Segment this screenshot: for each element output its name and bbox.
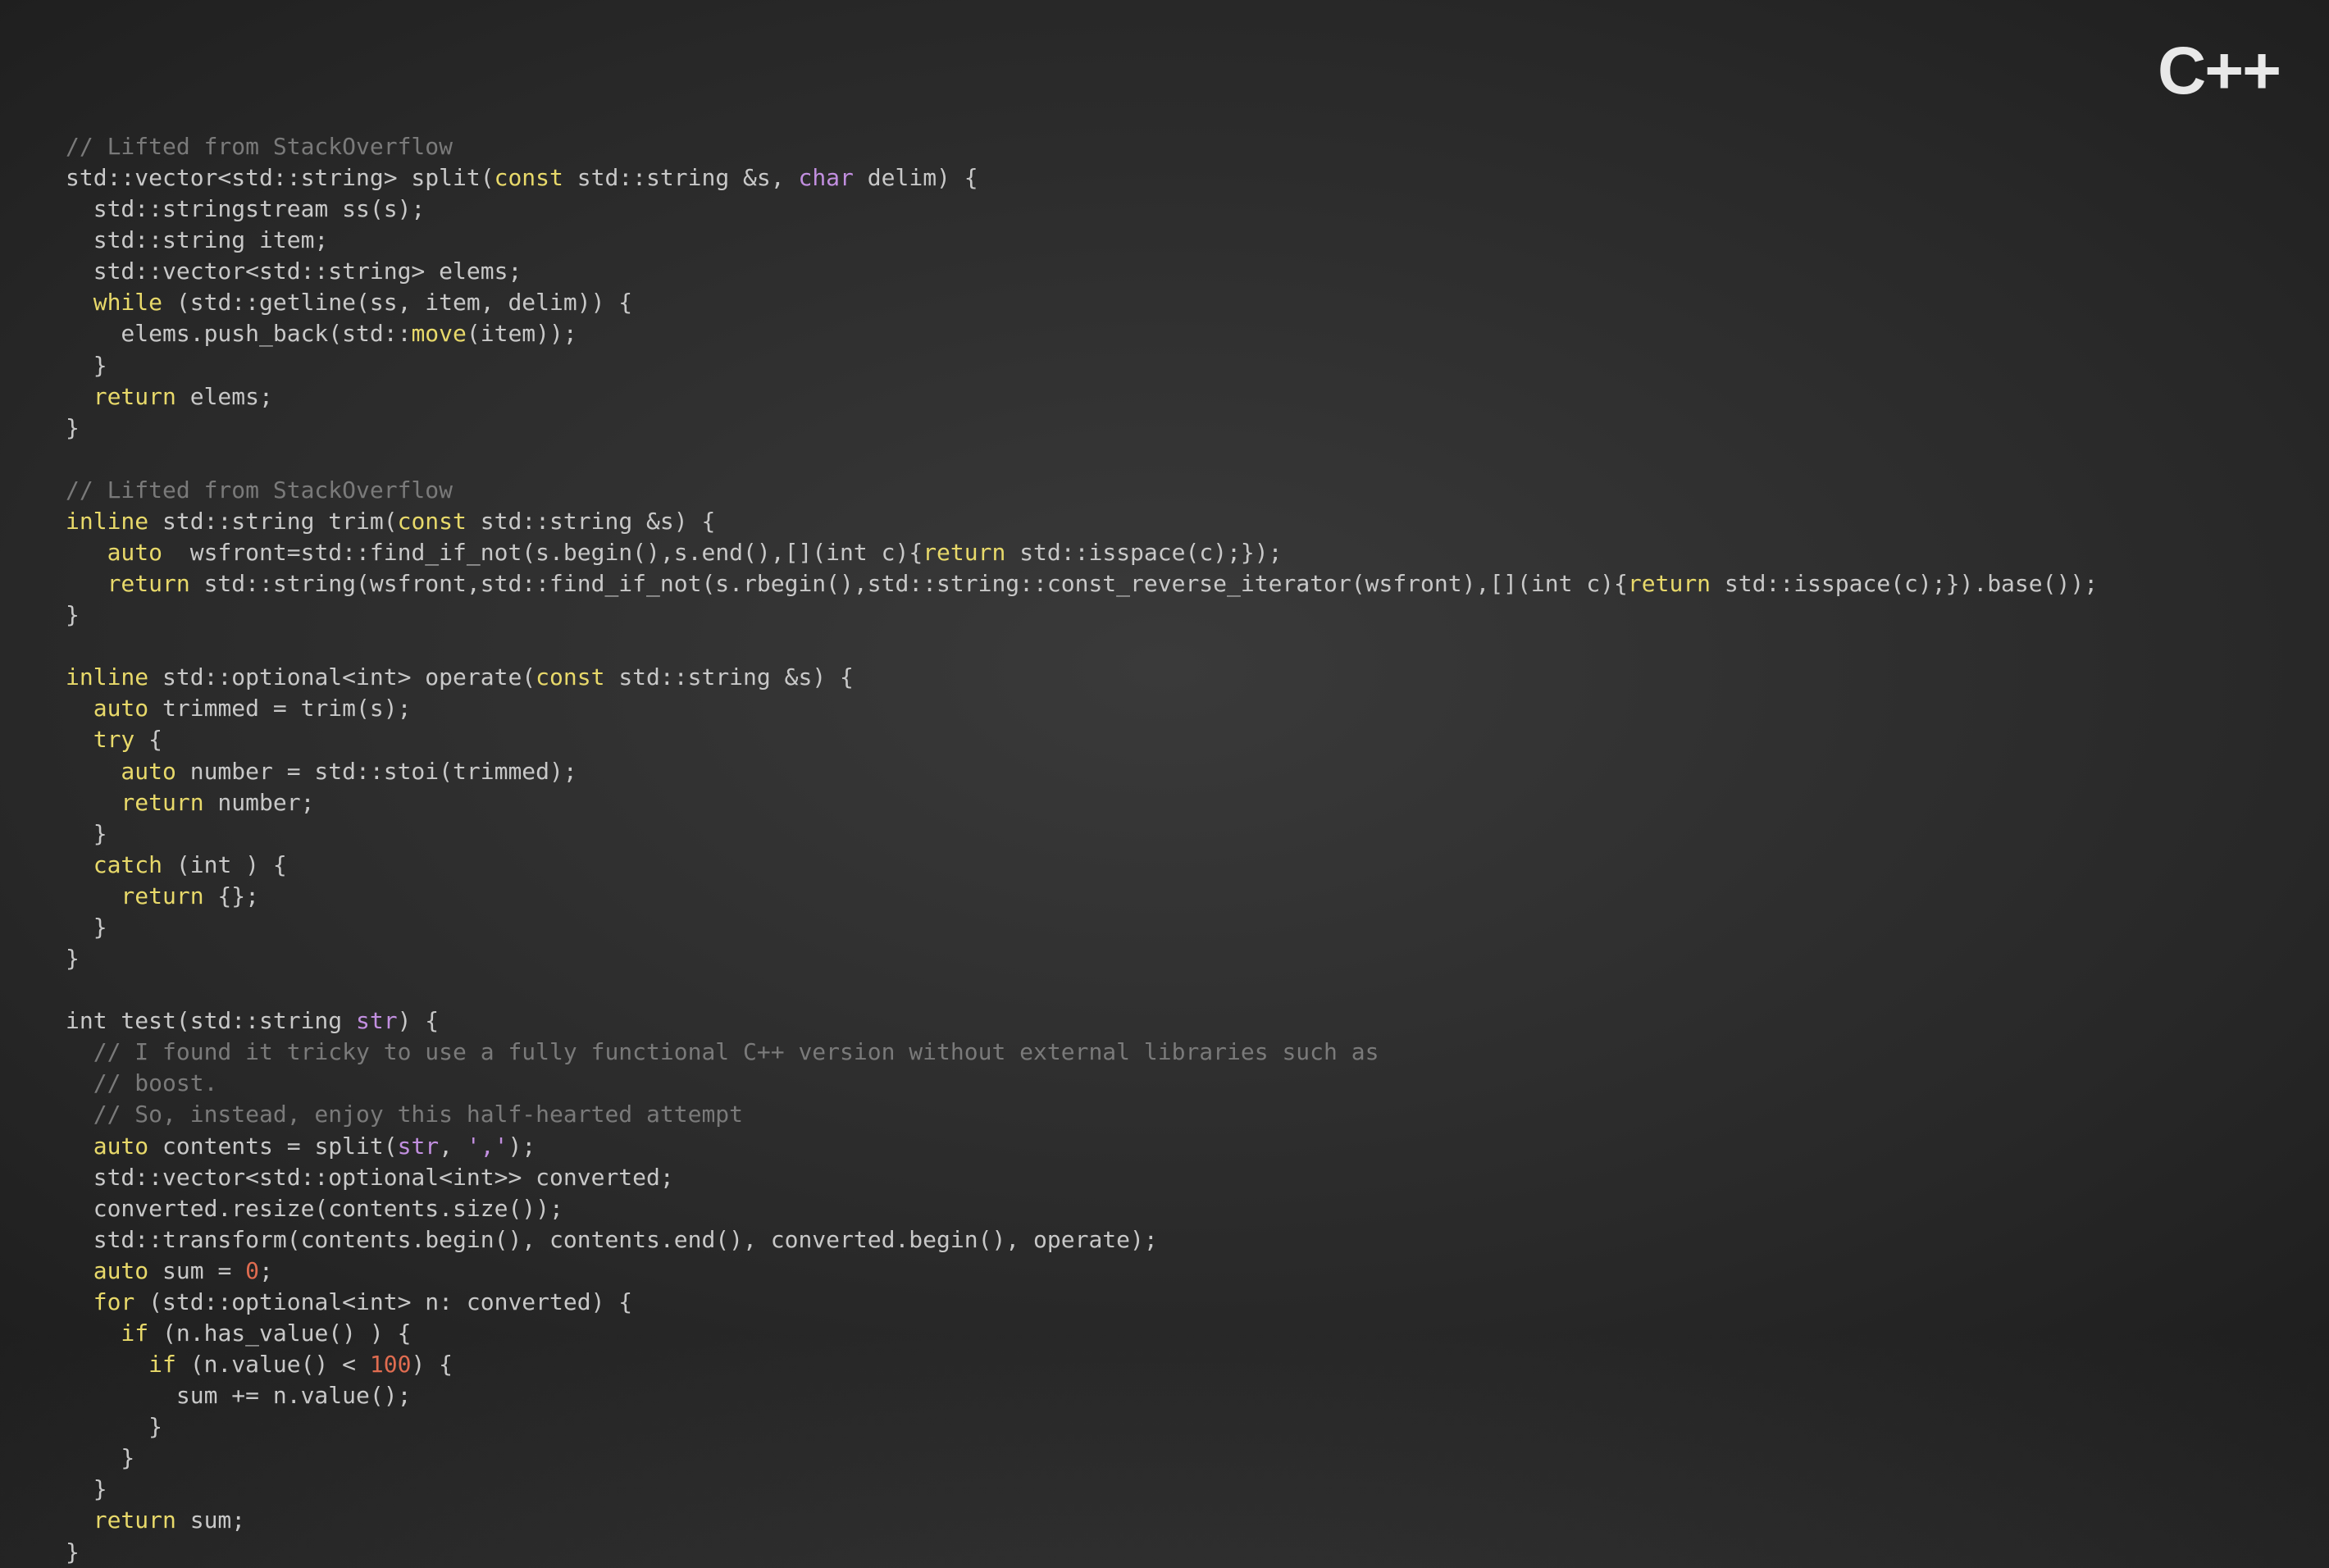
param-str: str <box>398 1133 440 1160</box>
code-line: std::string &s, <box>563 164 799 191</box>
code-line: ) { <box>398 1007 440 1034</box>
code-line: number = std::stoi(trimmed); <box>176 758 577 785</box>
keyword-const: const <box>495 164 563 191</box>
number-literal: 100 <box>370 1351 412 1378</box>
code-line: std::string &s) { <box>467 508 715 535</box>
code-line: std::optional<int> operate( <box>148 663 536 691</box>
code-line: (n.value() < <box>176 1351 370 1378</box>
code-line: {}; <box>204 882 259 909</box>
code-line: // So, instead, enjoy this half-hearted … <box>66 1101 743 1128</box>
code-line: number; <box>204 789 315 816</box>
keyword-return: return <box>66 1506 176 1534</box>
keyword-auto: auto <box>66 539 162 566</box>
keyword-inline: inline <box>66 508 148 535</box>
code-line: trimmed = trim(s); <box>148 695 411 722</box>
code-line: std::vector<std::string> split( <box>66 164 495 191</box>
keyword-inline: inline <box>66 663 148 691</box>
code-line: ); <box>508 1133 536 1160</box>
code-line: (std::getline(ss, item, delim)) { <box>162 289 632 316</box>
code-line: ) { <box>411 1351 453 1378</box>
code-line: // Lifted from StackOverflow <box>66 133 453 160</box>
keyword-const: const <box>536 663 604 691</box>
keyword-auto: auto <box>66 695 148 722</box>
keyword-return: return <box>923 539 1005 566</box>
code-line: sum += n.value(); <box>66 1382 411 1409</box>
char-literal: ',' <box>467 1133 508 1160</box>
param-str: str <box>356 1007 398 1034</box>
code-line: int test(std::string <box>66 1007 356 1034</box>
code-line: // Lifted from StackOverflow <box>66 476 453 504</box>
code-line: // boost. <box>66 1069 217 1096</box>
keyword-auto: auto <box>66 1133 148 1160</box>
code-line: ; <box>259 1257 273 1284</box>
code-line: delim) { <box>854 164 978 191</box>
code-line: converted.resize(contents.size()); <box>66 1195 563 1222</box>
code-line: std::string trim( <box>148 508 397 535</box>
code-line: } <box>66 945 80 972</box>
code-line: std::transform(contents.begin(), content… <box>66 1226 1158 1253</box>
code-line: (item)); <box>467 320 577 347</box>
code-line: contents = split( <box>148 1133 397 1160</box>
code-line: } <box>66 1444 134 1471</box>
code-line: sum = <box>148 1257 245 1284</box>
code-line: { <box>134 726 162 753</box>
code-line: std::string &s) { <box>604 663 853 691</box>
code-line: } <box>66 1475 107 1502</box>
code-line: std::isspace(c);}); <box>1005 539 1282 566</box>
keyword-return: return <box>66 882 204 909</box>
code-line: std::vector<std::string> elems; <box>66 258 522 285</box>
fn-move: move <box>411 320 466 347</box>
language-title: C++ <box>2158 33 2280 110</box>
code-line: std::isspace(c);}).base()); <box>1711 570 2098 597</box>
number-literal: 0 <box>245 1257 259 1284</box>
keyword-return: return <box>66 383 176 410</box>
code-line: } <box>66 352 107 379</box>
keyword-const: const <box>398 508 467 535</box>
code-line: } <box>66 414 80 441</box>
keyword-if: if <box>66 1320 148 1347</box>
code-line: (int ) { <box>162 851 287 878</box>
code-line: std::vector<std::optional<int>> converte… <box>66 1164 674 1191</box>
code-line: (std::optional<int> n: converted) { <box>134 1288 632 1315</box>
keyword-catch: catch <box>66 851 162 878</box>
keyword-auto: auto <box>66 758 176 785</box>
code-line: sum; <box>176 1506 245 1534</box>
keyword-return: return <box>1628 570 1711 597</box>
type-char: char <box>798 164 853 191</box>
code-line: elems; <box>176 383 273 410</box>
code-line: std::stringstream ss(s); <box>66 195 425 222</box>
keyword-if: if <box>66 1351 176 1378</box>
code-line: std::string item; <box>66 226 328 253</box>
code-line: } <box>66 1413 162 1440</box>
keyword-return: return <box>66 570 190 597</box>
keyword-while: while <box>66 289 162 316</box>
keyword-try: try <box>66 726 134 753</box>
code-line: } <box>66 820 107 847</box>
code-line: // I found it tricky to use a fully func… <box>66 1038 1379 1065</box>
code-line: } <box>66 1538 80 1566</box>
keyword-auto: auto <box>66 1257 148 1284</box>
code-line: elems.push_back(std:: <box>66 320 411 347</box>
code-line: , <box>439 1133 467 1160</box>
code-line: } <box>66 914 107 941</box>
code-line: wsfront=std::find_if_not(s.begin(),s.end… <box>162 539 923 566</box>
code-line: std::string(wsfront,std::find_if_not(s.r… <box>190 570 1628 597</box>
code-line: (n.has_value() ) { <box>148 1320 411 1347</box>
code-block: // Lifted from StackOverflow std::vector… <box>66 131 2280 1568</box>
code-line: } <box>66 601 80 628</box>
keyword-for: for <box>66 1288 134 1315</box>
keyword-return: return <box>66 789 204 816</box>
